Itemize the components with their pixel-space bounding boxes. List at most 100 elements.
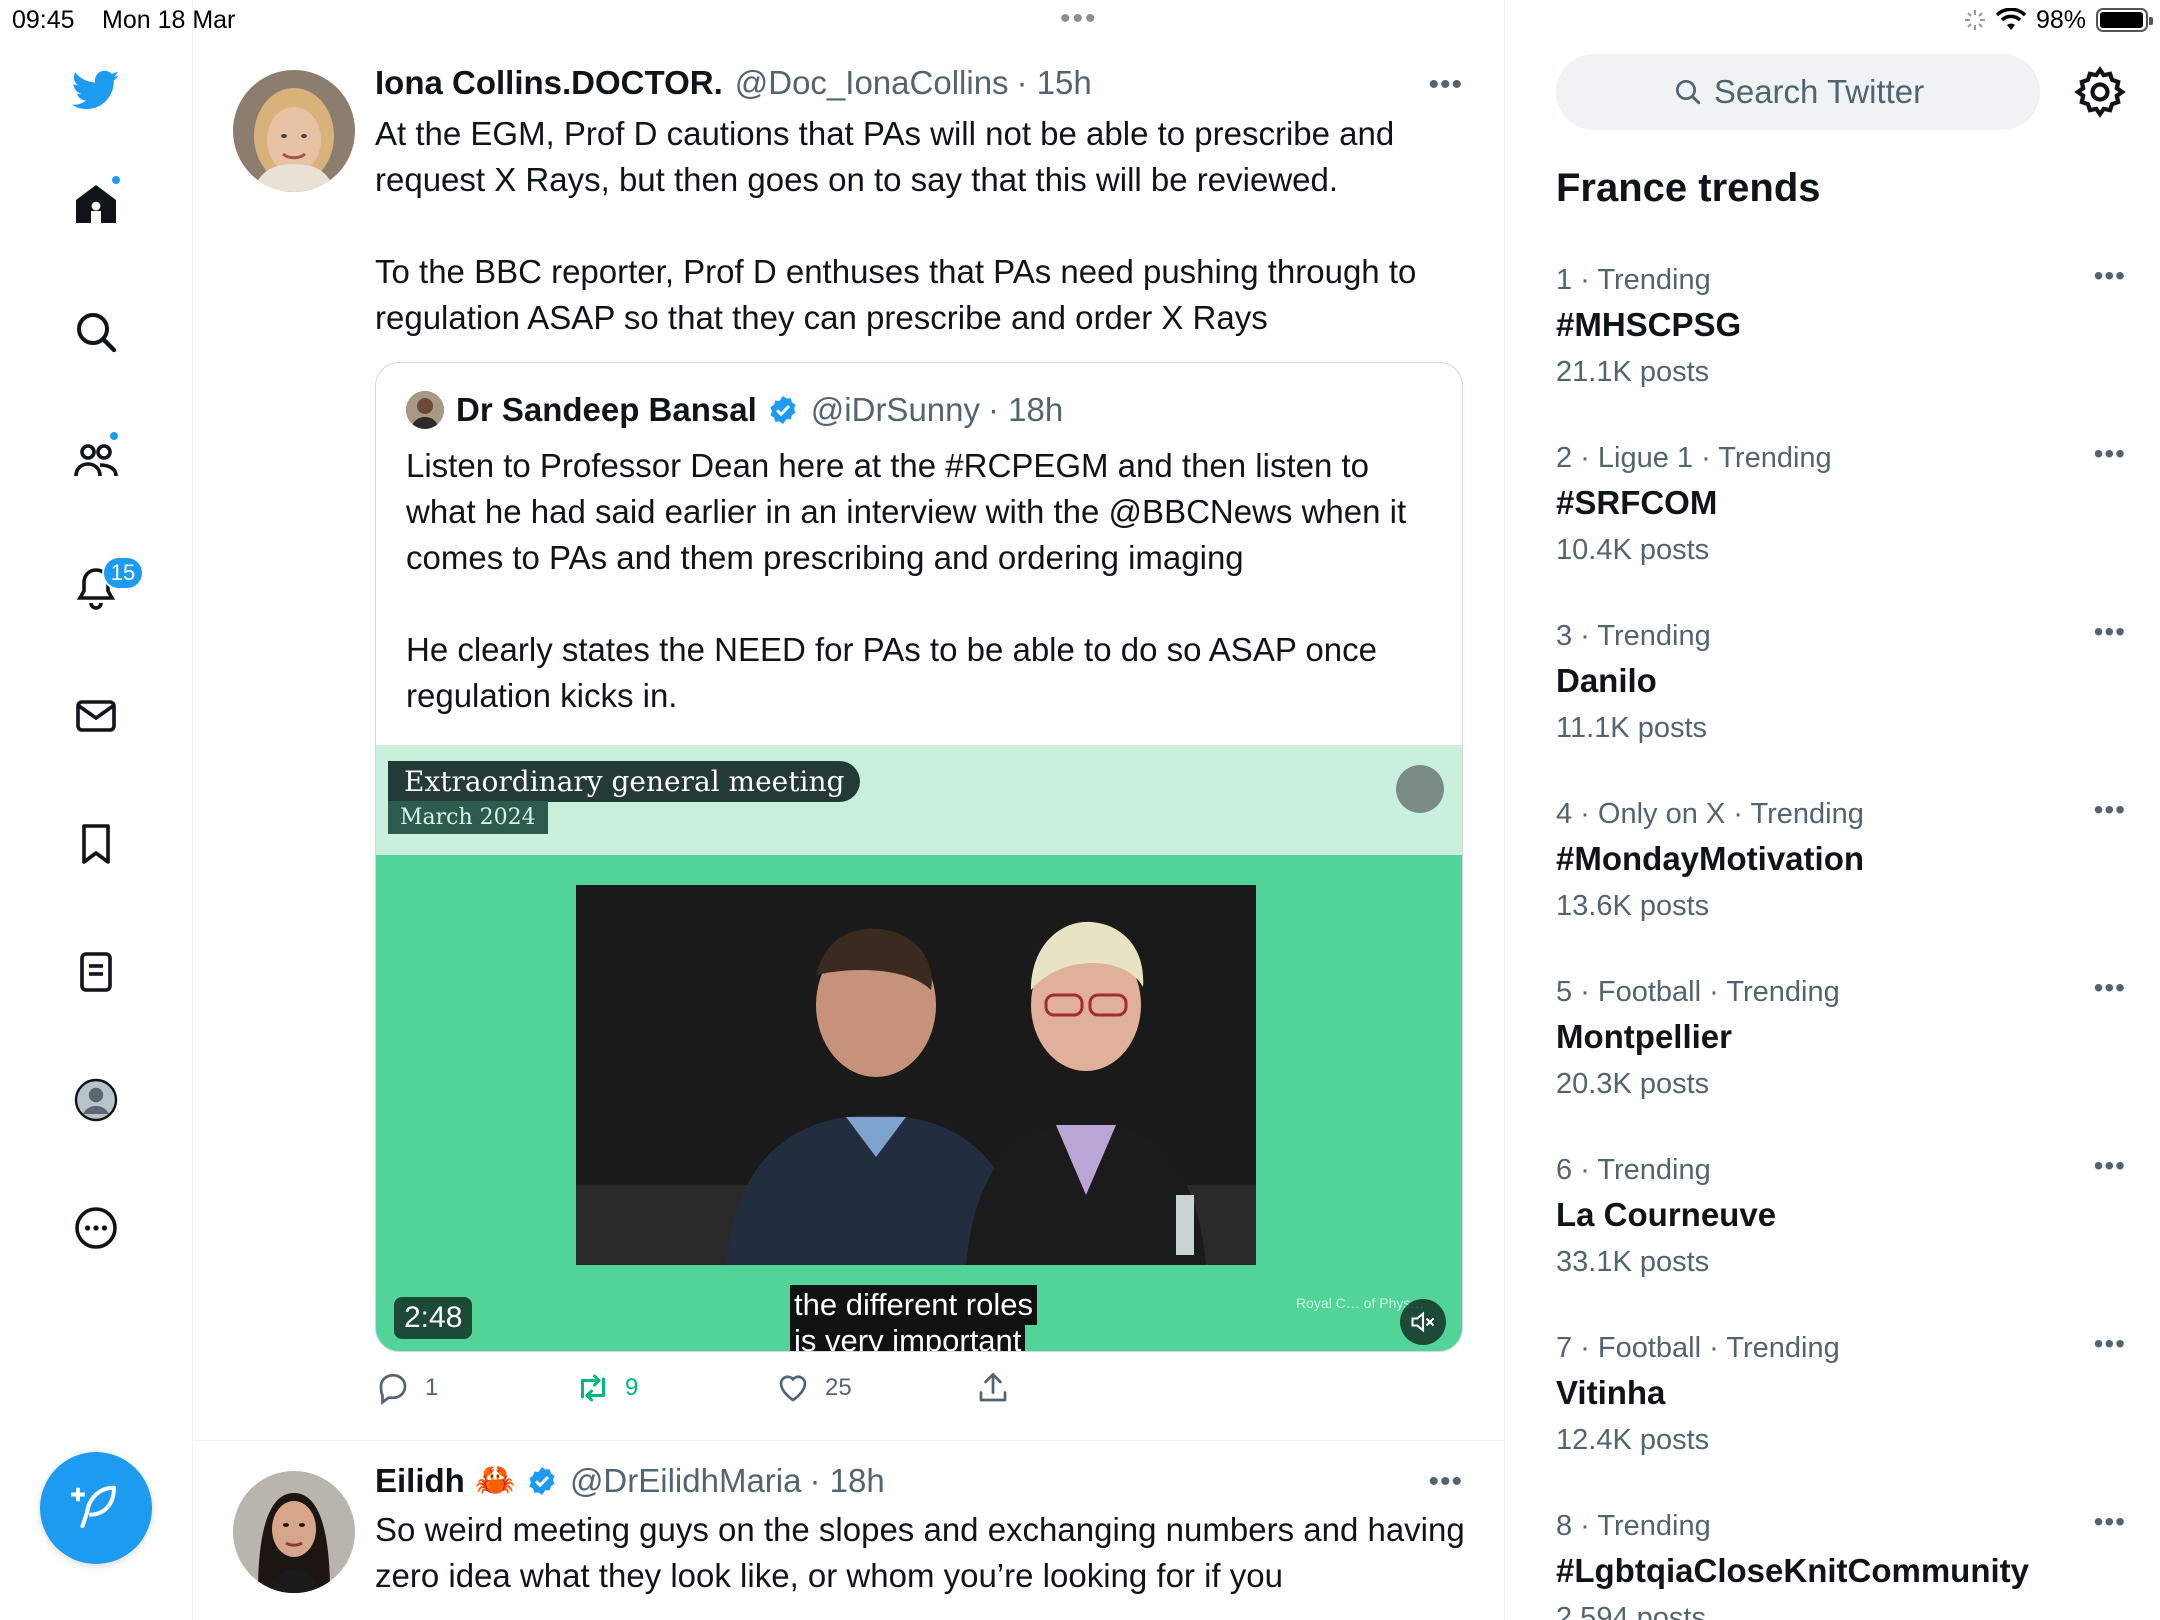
like-count: 25 xyxy=(825,1374,852,1401)
tweet-timestamp[interactable]: · 15h xyxy=(1017,64,1092,102)
tweet-more-button[interactable]: ••• xyxy=(1428,68,1463,102)
twitter-logo-icon[interactable] xyxy=(64,58,128,122)
crab-emoji: 🦀 xyxy=(474,1461,516,1498)
video-subtitle-line1: the different roles xyxy=(790,1285,1037,1325)
video-player[interactable]: Extraordinary general meeting March 2024 xyxy=(376,745,1462,1351)
trend-name: #LgbtqiaCloseKnitCommunity xyxy=(1556,1552,2030,1589)
mute-button[interactable] xyxy=(1400,1299,1446,1345)
explore-search-icon[interactable] xyxy=(64,300,128,364)
trend-item[interactable]: 7 · Football · Trending Vitinha 12.4K po… xyxy=(1556,1328,2126,1492)
tweet-timestamp[interactable]: · 18h xyxy=(810,1462,885,1500)
search-icon xyxy=(1675,80,1700,105)
left-nav: 15 xyxy=(0,0,193,1620)
retweet-count: 9 xyxy=(625,1374,639,1401)
trend-more-button[interactable]: ••• xyxy=(2094,794,2126,826)
trend-item[interactable]: 1 · Trending #MHSCPSG 21.1K posts ••• xyxy=(1556,260,2126,424)
like-button[interactable]: 25 xyxy=(775,1370,852,1406)
video-banner-date: March 2024 xyxy=(388,801,548,834)
speaker-muted-icon xyxy=(1411,1311,1435,1333)
tweet-author-handle[interactable]: @DrEilidhMaria xyxy=(570,1462,802,1500)
video-banner-title: Extraordinary general meeting xyxy=(388,761,861,802)
video-subtitle-line2: is very important xyxy=(790,1321,1026,1351)
lists-icon[interactable] xyxy=(64,940,128,1004)
trend-more-button[interactable]: ••• xyxy=(2094,1150,2126,1182)
trend-name: Montpellier xyxy=(1556,1018,1733,1055)
more-options-icon[interactable] xyxy=(64,1196,128,1260)
profile-avatar-icon[interactable] xyxy=(64,1068,128,1132)
quoted-tweet-text: Listen to Professor Dean here at the #RC… xyxy=(406,447,1407,714)
tweet-author-name[interactable]: Iona Collins.DOCTOR. xyxy=(375,64,723,102)
trend-posts: 20.3K posts xyxy=(1556,1068,1710,1100)
communities-icon[interactable] xyxy=(64,428,128,492)
tweet-author-avatar[interactable] xyxy=(233,1471,355,1593)
trend-meta: 2 · Ligue 1 · Trending xyxy=(1556,442,1832,474)
trends-heading: France trends xyxy=(1556,166,1821,210)
communities-unread-dot xyxy=(108,430,120,442)
home-unread-dot xyxy=(110,174,122,186)
tweet-author-avatar[interactable] xyxy=(233,70,355,192)
trend-item[interactable]: 4 · Only on X · Trending #MondayMotivati… xyxy=(1556,794,2126,958)
trend-posts: 21.1K posts xyxy=(1556,356,1710,388)
quoted-author-name[interactable]: Dr Sandeep Bansal xyxy=(456,391,757,429)
tweet-header: Eilidh 🦀 @DrEilidhMaria · 18h xyxy=(375,1461,885,1500)
trend-posts: 13.6K posts xyxy=(1556,890,1710,922)
tweet[interactable]: Eilidh 🦀 @DrEilidhMaria · 18h ••• So wei… xyxy=(193,1441,1504,1620)
media-info-icon[interactable] xyxy=(1396,765,1444,813)
trend-meta: 7 · Football · Trending xyxy=(1556,1332,1840,1364)
bookmarks-icon[interactable] xyxy=(64,812,128,876)
retweet-button[interactable]: 9 xyxy=(575,1370,638,1406)
quoted-author-avatar[interactable] xyxy=(406,391,444,429)
settings-gear-icon[interactable] xyxy=(2072,64,2128,120)
video-frame xyxy=(576,885,1256,1265)
trend-item[interactable]: 3 · Trending Danilo 11.1K posts ••• xyxy=(1556,616,2126,780)
video-duration: 2:48 xyxy=(394,1297,473,1339)
trend-meta: 4 · Only on X · Trending xyxy=(1556,798,1864,830)
tweet-text: At the EGM, Prof D cautions that PAs wil… xyxy=(375,115,1417,336)
search-placeholder: Search Twitter xyxy=(1713,73,1925,110)
tweet-author-name[interactable]: Eilidh xyxy=(375,1462,465,1500)
trend-more-button[interactable]: ••• xyxy=(2094,1328,2126,1360)
trend-posts: 33.1K posts xyxy=(1556,1246,1710,1278)
reply-icon xyxy=(379,1373,407,1405)
trend-more-button[interactable]: ••• xyxy=(2094,616,2126,648)
quoted-author-handle[interactable]: @iDrSunny xyxy=(811,391,980,429)
notifications-bell-icon[interactable]: 15 xyxy=(64,556,144,620)
trend-name: La Courneuve xyxy=(1556,1196,1777,1233)
reply-count: 1 xyxy=(425,1374,439,1401)
trend-more-button[interactable]: ••• xyxy=(2094,972,2126,1004)
tweet-author-handle[interactable]: @Doc_IonaCollins xyxy=(735,64,1009,102)
trend-posts: 2,594 posts xyxy=(1556,1602,1706,1620)
quoted-timestamp[interactable]: · 18h xyxy=(988,391,1063,429)
tweet[interactable]: Iona Collins.DOCTOR. @Doc_IonaCollins · … xyxy=(193,0,1504,1440)
trend-item[interactable]: 2 · Ligue 1 · Trending #SRFCOM 10.4K pos… xyxy=(1556,438,2126,602)
retweet-icon xyxy=(581,1374,605,1402)
messages-envelope-icon[interactable] xyxy=(64,684,128,748)
timeline: Iona Collins.DOCTOR. @Doc_IonaCollins · … xyxy=(193,0,1505,1620)
search-input[interactable]: Search Twitter xyxy=(1556,54,2040,130)
share-button[interactable] xyxy=(975,1370,1025,1406)
compose-feather-icon xyxy=(71,1485,117,1529)
trend-item[interactable]: 6 · Trending La Courneuve 33.1K posts ••… xyxy=(1556,1150,2126,1314)
right-sidebar: Search Twitter France trends 1 · Trendin… xyxy=(1506,0,2160,1620)
trend-item[interactable]: 8 · Trending #LgbtqiaCloseKnitCommunity … xyxy=(1556,1510,2126,1620)
quoted-tweet-header: Dr Sandeep Bansal @iDrSunny · 18h xyxy=(406,391,1063,429)
trend-more-button[interactable]: ••• xyxy=(2094,438,2126,470)
quoted-tweet[interactable]: Dr Sandeep Bansal @iDrSunny · 18h Listen… xyxy=(375,362,1463,1352)
trend-more-button[interactable]: ••• xyxy=(2094,1510,2126,1538)
verified-badge-icon xyxy=(770,396,796,424)
reply-button[interactable]: 1 xyxy=(375,1370,438,1406)
compose-tweet-button[interactable] xyxy=(40,1452,152,1564)
trend-more-button[interactable]: ••• xyxy=(2094,260,2126,292)
trend-meta: 3 · Trending xyxy=(1556,620,1711,652)
trend-name: Vitinha xyxy=(1556,1374,1666,1411)
trend-item[interactable]: 5 · Football · Trending Montpellier 20.3… xyxy=(1556,972,2126,1136)
trend-name: Danilo xyxy=(1556,662,1657,699)
tweet-more-button[interactable]: ••• xyxy=(1428,1465,1463,1499)
tweet-actions: 1 9 25 xyxy=(375,1370,1055,1412)
tweet-header: Iona Collins.DOCTOR. @Doc_IonaCollins · … xyxy=(375,64,1092,102)
trend-name: #MHSCPSG xyxy=(1556,306,1742,343)
home-icon[interactable] xyxy=(64,172,128,236)
trend-meta: 5 · Football · Trending xyxy=(1556,976,1840,1008)
trend-meta: 6 · Trending xyxy=(1556,1154,1711,1186)
verified-badge-icon xyxy=(529,1466,555,1495)
